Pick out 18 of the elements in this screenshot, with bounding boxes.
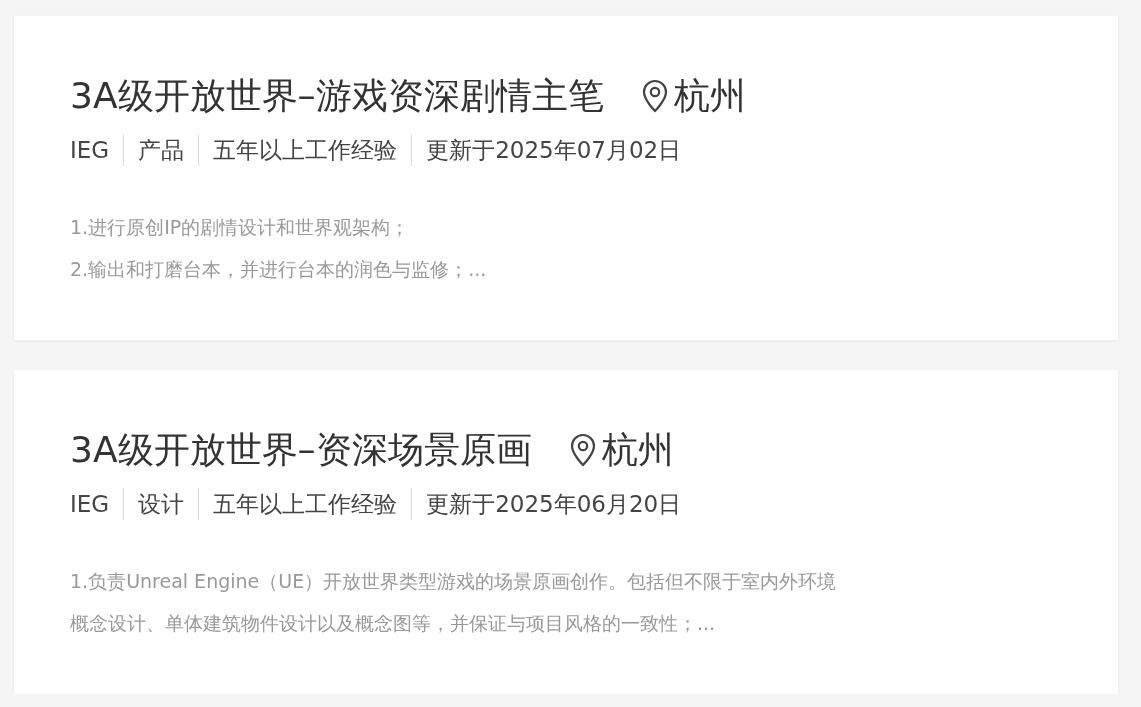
job-card[interactable]: 3A级开放世界–游戏资深剧情主笔 杭州 IEG 产品 五年以上工作经验 更新于2025年07月02日 1.进行原创IP的剧情设计和世界观架构； 2.输出和打磨台本，并进行台本的润色与监修；... — [14, 16, 1118, 340]
job-location: 杭州 — [601, 427, 674, 472]
job-description-line: 概念设计、单体建筑物件设计以及概念图等，并保证与项目风格的一致性；... — [70, 611, 717, 636]
job-meta: 五年以上工作经验 — [198, 488, 412, 520]
job-meta: IEG — [70, 136, 111, 165]
job-meta: 五年以上工作经验 — [198, 134, 412, 166]
job-meta: 更新于2025年06月20日 — [411, 488, 696, 520]
job-description-line: 2.输出和打磨台本，并进行台本的润色与监修；... — [70, 257, 488, 282]
job-meta: IEG — [70, 490, 111, 519]
job-description-line: 1.负责Unreal Engine（UE）开放世界类型游戏的场景原画创作。包括但不限于室内外环境 — [70, 569, 838, 594]
job-title[interactable]: 3A级开放世界–资深场景原画 — [70, 418, 532, 482]
job-title[interactable]: 3A级开放世界–游戏资深剧情主笔 — [70, 64, 604, 128]
job-meta: 产品 — [123, 134, 199, 166]
job-description-line: 1.进行原创IP的剧情设计和世界观架构； — [70, 215, 411, 240]
job-location: 杭州 — [673, 73, 746, 118]
job-card[interactable]: 3A级开放世界–资深场景原画 杭州 IEG 设计 五年以上工作经验 更新于2025年06月20日 1.负责Unreal Engine（UE）开放世界类型游戏的场景原画创作。包括但不限于室内外环境 概念设计、单体建筑物件设计以及概念图等，并保证与项目风格的一致性；... — [14, 370, 1118, 694]
job-meta: 设计 — [123, 488, 199, 520]
job-meta: 更新于2025年07月02日 — [411, 134, 696, 166]
